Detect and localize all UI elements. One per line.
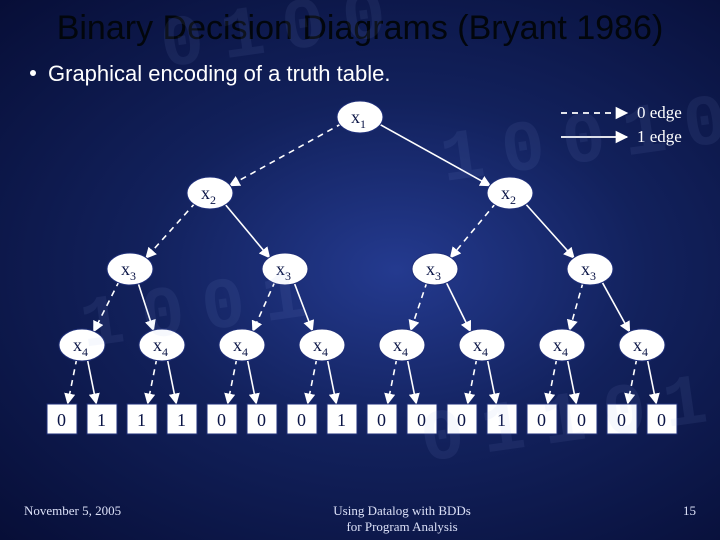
- leaf-7-value: 1: [337, 410, 346, 430]
- leaf-0-value: 0: [57, 410, 66, 430]
- legend-zero-label: 0 edge: [637, 103, 682, 122]
- zero-edge: [628, 358, 637, 403]
- zero-edge: [94, 281, 120, 332]
- footer-date: November 5, 2005: [24, 503, 121, 535]
- zero-edge: [68, 358, 77, 403]
- one-edge: [327, 358, 336, 403]
- zero-edge: [548, 358, 557, 403]
- bullet-dot-icon: [30, 70, 36, 76]
- leaf-4-value: 0: [217, 410, 226, 430]
- one-edge: [87, 358, 96, 403]
- legend-one-label: 1 edge: [637, 127, 682, 146]
- leaf-10-value: 0: [457, 410, 466, 430]
- leaf-5-value: 0: [257, 410, 266, 430]
- slide-footer: November 5, 2005 Using Datalog with BDDs…: [0, 503, 720, 535]
- slide-title: Binary Decision Diagrams (Bryant 1986): [0, 0, 720, 49]
- zero-edge: [570, 282, 583, 330]
- zero-edge: [253, 281, 275, 331]
- zero-edge: [308, 358, 317, 403]
- one-edge: [247, 358, 256, 403]
- one-edge: [407, 358, 416, 403]
- leaf-6-value: 0: [297, 410, 306, 430]
- bdd-diagram: x1x2x2x3x3x3x3x4x4x4x4x4x4x4x40111000100…: [15, 93, 705, 453]
- one-edge: [138, 282, 154, 330]
- zero-edge: [228, 358, 237, 403]
- leaf-2-value: 1: [137, 410, 146, 430]
- zero-edge: [450, 203, 495, 258]
- zero-edge: [148, 358, 157, 403]
- slide-number: 15: [683, 503, 696, 535]
- zero-edge: [411, 282, 427, 330]
- footer-center-1: Using Datalog with BDDs: [333, 503, 471, 518]
- bullet-line: Graphical encoding of a truth table.: [30, 61, 720, 87]
- one-edge: [294, 281, 313, 330]
- leaf-11-value: 1: [497, 410, 506, 430]
- one-edge: [224, 203, 269, 258]
- one-edge: [446, 281, 471, 331]
- legend: 0 edge 1 edge: [561, 103, 682, 146]
- one-edge: [647, 358, 656, 403]
- zero-edge: [146, 202, 196, 257]
- leaf-15-value: 0: [657, 410, 666, 430]
- leaf-3-value: 1: [177, 410, 186, 430]
- one-edge: [601, 280, 629, 331]
- leaf-1-value: 1: [97, 410, 106, 430]
- leaf-8-value: 0: [377, 410, 386, 430]
- one-edge: [378, 123, 491, 185]
- zero-edge: [468, 358, 477, 403]
- footer-center-2: for Program Analysis: [346, 519, 457, 534]
- leaf-9-value: 0: [417, 410, 426, 430]
- leaf-13-value: 0: [577, 410, 586, 430]
- zero-edge: [388, 358, 397, 403]
- leaf-14-value: 0: [617, 410, 626, 430]
- bullet-text: Graphical encoding of a truth table.: [48, 61, 390, 86]
- leaf-12-value: 0: [537, 410, 546, 430]
- one-edge: [567, 358, 576, 403]
- one-edge: [487, 358, 496, 403]
- one-edge: [525, 202, 575, 257]
- zero-edge: [230, 123, 343, 185]
- one-edge: [167, 358, 176, 403]
